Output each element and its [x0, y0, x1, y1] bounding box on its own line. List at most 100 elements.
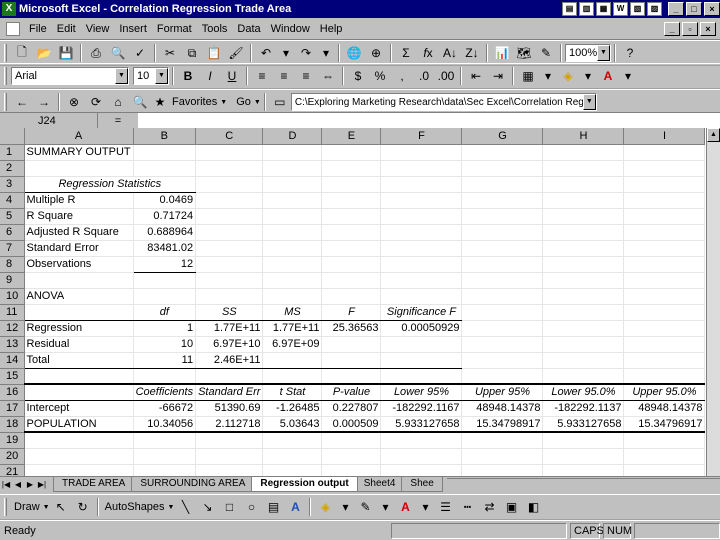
cell[interactable]: F	[321, 303, 382, 321]
taskbar-app-icon[interactable]: ▤	[562, 2, 577, 16]
cell[interactable]: Regression Statistics	[24, 175, 197, 193]
cell[interactable]	[461, 272, 544, 289]
cell[interactable]	[321, 144, 382, 161]
stop-icon[interactable]: ⊗	[63, 92, 85, 112]
font-select[interactable]: Arial ▼	[11, 67, 129, 85]
cell[interactable]: MS	[262, 303, 323, 321]
cell[interactable]	[542, 272, 625, 289]
zoom-select[interactable]: 100% ▼	[565, 44, 611, 62]
borders-icon[interactable]: ▦	[517, 66, 539, 86]
row-header[interactable]: 15	[0, 368, 25, 385]
fill-color-icon[interactable]: ◈	[557, 66, 579, 86]
cell[interactable]: 48948.14378	[623, 400, 706, 417]
percent-button[interactable]: %	[369, 66, 391, 86]
cell[interactable]: 51390.69	[195, 400, 264, 417]
align-right-icon[interactable]: ≡	[295, 66, 317, 86]
wordart-icon[interactable]: A	[284, 497, 306, 517]
cell[interactable]	[24, 432, 134, 449]
search-web-icon[interactable]: 🔍	[129, 92, 151, 112]
cell[interactable]	[542, 192, 625, 209]
cell[interactable]: Coefficients	[133, 383, 197, 401]
cell[interactable]	[623, 256, 706, 273]
cell[interactable]	[623, 368, 706, 385]
free-rotate-icon[interactable]: ↻	[72, 497, 94, 517]
scroll-up-icon[interactable]: ▲	[707, 128, 720, 142]
arrow-style-icon[interactable]: ⇄	[478, 497, 500, 517]
cell[interactable]: 0.000509	[321, 416, 382, 433]
align-center-icon[interactable]: ≡	[273, 66, 295, 86]
cell[interactable]	[321, 288, 382, 305]
taskbar-app-icon[interactable]: ▨	[647, 2, 662, 16]
tab-sheet4[interactable]: Sheet4	[354, 477, 405, 492]
cell[interactable]	[623, 144, 706, 161]
toolbar-grip[interactable]	[4, 498, 7, 516]
cell[interactable]	[380, 256, 463, 273]
cell[interactable]: SUMMARY OUTPUT	[24, 144, 134, 161]
excel-app-icon[interactable]: X	[2, 2, 16, 16]
cell[interactable]: 5.03643	[262, 416, 323, 433]
cell[interactable]	[195, 464, 264, 476]
cell[interactable]: 0.71724	[133, 208, 197, 225]
cell[interactable]	[321, 192, 382, 209]
cell[interactable]	[195, 432, 264, 449]
column-header[interactable]: D	[262, 128, 323, 145]
home-icon[interactable]: ⌂	[107, 92, 129, 112]
row-header[interactable]: 2	[0, 160, 25, 177]
cell[interactable]	[195, 144, 264, 161]
cell[interactable]	[321, 176, 382, 193]
cell[interactable]	[542, 256, 625, 273]
cell[interactable]	[321, 224, 382, 241]
tab-sheet5[interactable]: Shee	[401, 477, 443, 492]
cell[interactable]: -182292.1167	[380, 400, 463, 417]
cell[interactable]: -182292.1137	[542, 400, 625, 417]
cell[interactable]	[623, 432, 706, 449]
cell[interactable]: Observations	[24, 256, 134, 273]
redo-dropdown-icon[interactable]: ▾	[317, 43, 335, 63]
prev-sheet-icon[interactable]: ◀	[12, 478, 24, 492]
cell[interactable]	[542, 320, 625, 337]
cell[interactable]	[380, 432, 463, 449]
cell[interactable]: 0.00050929	[380, 320, 463, 337]
cell[interactable]	[195, 208, 264, 225]
cell[interactable]: 10	[133, 336, 197, 353]
cell[interactable]: Total	[24, 352, 134, 369]
show-only-web-toolbar-icon[interactable]: ▭	[269, 92, 291, 112]
menu-tools[interactable]: Tools	[197, 23, 233, 35]
paste-function-icon[interactable]: fx	[417, 43, 439, 63]
cell[interactable]	[380, 208, 463, 225]
row-header[interactable]: 11	[0, 304, 25, 321]
cell[interactable]	[262, 448, 323, 465]
chevron-down-icon[interactable]: ▼	[155, 68, 168, 84]
cell[interactable]	[321, 160, 382, 177]
go-menu[interactable]: Go	[233, 96, 254, 108]
menu-help[interactable]: Help	[315, 23, 348, 35]
menu-view[interactable]: View	[81, 23, 115, 35]
cell[interactable]	[321, 240, 382, 257]
cell[interactable]: 6.97E+09	[262, 336, 323, 353]
cell[interactable]: 2.112718	[195, 416, 264, 433]
cell[interactable]	[461, 176, 544, 193]
cell[interactable]	[542, 432, 625, 449]
cell[interactable]	[542, 448, 625, 465]
cell[interactable]	[380, 240, 463, 257]
row-header[interactable]: 7	[0, 240, 25, 257]
forward-icon[interactable]: →	[33, 92, 55, 112]
increase-indent-icon[interactable]: ⇥	[487, 66, 509, 86]
draw-menu[interactable]: Draw	[11, 501, 43, 513]
chevron-down-icon[interactable]: ▾	[336, 497, 354, 517]
cell[interactable]	[461, 464, 544, 476]
doc-close-button[interactable]: ×	[700, 21, 716, 36]
cell[interactable]	[380, 176, 463, 193]
cell[interactable]	[623, 240, 706, 257]
cell[interactable]: Lower 95%	[380, 383, 463, 401]
cell[interactable]: Standard Error	[24, 240, 134, 257]
cell[interactable]	[262, 144, 323, 161]
cell[interactable]: 25.36563	[321, 320, 382, 337]
cell[interactable]	[623, 208, 706, 225]
copy-icon[interactable]: ⧉	[181, 43, 203, 63]
cell[interactable]	[195, 192, 264, 209]
cell[interactable]	[195, 176, 264, 193]
cell[interactable]: 0.688964	[133, 224, 197, 241]
cell[interactable]	[623, 320, 706, 337]
cell[interactable]	[461, 288, 544, 305]
